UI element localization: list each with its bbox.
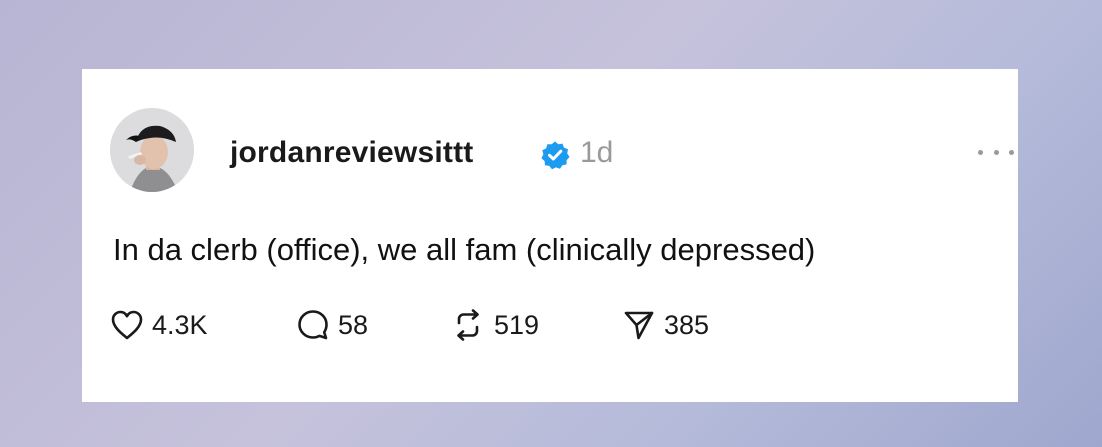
username[interactable]: jordanreviewsittt xyxy=(230,135,473,171)
heart-icon xyxy=(111,310,143,340)
avatar[interactable] xyxy=(110,108,194,192)
more-options-button[interactable] xyxy=(978,139,1014,165)
post-timestamp: 1d xyxy=(580,136,614,169)
repost-count: 519 xyxy=(494,310,540,340)
share-count: 385 xyxy=(664,310,710,340)
repost-icon xyxy=(457,309,479,341)
avatar-photo xyxy=(110,108,194,192)
post-text: In da clerb (office), we all fam (clinic… xyxy=(113,232,816,267)
post-card: jordanreviewsittt 1d In da clerb (office… xyxy=(82,69,1018,402)
reply-count: 58 xyxy=(338,310,369,340)
comment-icon xyxy=(298,310,328,340)
send-icon xyxy=(624,311,654,340)
like-button[interactable]: 4.3K xyxy=(110,305,208,345)
share-button[interactable]: 385 xyxy=(622,305,709,345)
more-dot-icon xyxy=(978,149,983,155)
verified-badge-icon xyxy=(541,141,570,170)
reply-button[interactable]: 58 xyxy=(296,305,368,345)
repost-button[interactable]: 519 xyxy=(450,305,539,345)
more-dot-icon xyxy=(1009,149,1014,155)
like-count: 4.3K xyxy=(152,310,208,340)
more-dot-icon xyxy=(993,149,999,155)
